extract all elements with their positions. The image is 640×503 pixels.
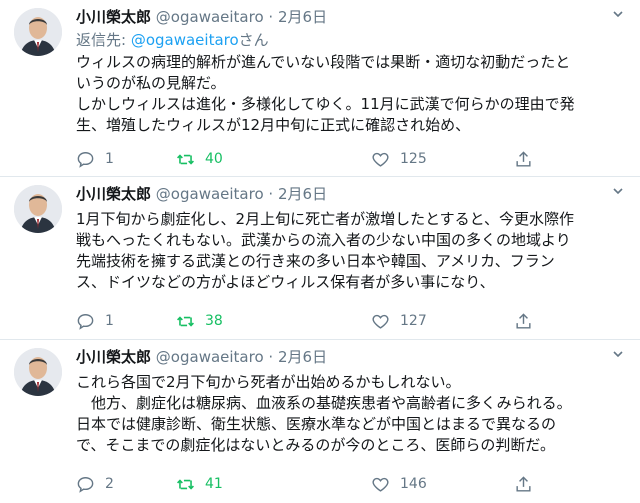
retweet-button[interactable]: 41 — [176, 473, 223, 495]
tweet-date[interactable]: 2月6日 — [278, 185, 327, 203]
avatar-photo — [14, 348, 62, 396]
separator-dot: · — [268, 185, 274, 203]
tweet-actions: 1 38 127 — [76, 310, 536, 332]
tweet-text: 1月下旬から劇症化し、2月上旬に死亡者が激増したとすると、今更水際作 戦もへった… — [76, 209, 630, 293]
tweet-line: 生、増殖したウィルスが12月中旬に正式に確認され始め、 — [76, 116, 471, 134]
like-count: 127 — [400, 313, 427, 329]
chevron-down-icon[interactable] — [612, 183, 624, 203]
separator-dot: · — [268, 8, 274, 26]
heart-icon — [372, 477, 389, 492]
like-button[interactable]: 125 — [371, 148, 427, 170]
tweet-actions: 2 41 146 — [76, 473, 536, 495]
tweet-line: 先端技術を擁する武漢との行き来の多い日本や韓国、アメリカ、フラン — [76, 252, 555, 270]
retweet-count: 41 — [205, 476, 223, 492]
tweet-line: しかしウィルスは進化・多様化してゆく。11月に武漢で何らかの理由で発 — [76, 95, 575, 113]
tweet-line: これら各国で2月下旬から死者が出始めるかもしれない。 — [76, 373, 461, 391]
reply-button[interactable]: 1 — [76, 310, 114, 332]
retweet-icon — [177, 153, 194, 165]
avatar-photo — [14, 8, 62, 56]
reply-count: 1 — [105, 313, 114, 329]
reply-to-line: 返信先: @ogawaeitaroさん — [76, 30, 269, 50]
tweet-header: 小川榮太郎 @ogawaeitaro · 2月6日 — [76, 183, 327, 205]
like-count: 125 — [400, 151, 427, 167]
tweet[interactable]: 小川榮太郎 @ogawaeitaro · 2月6日 1月下旬から劇症化し、2月上… — [0, 177, 640, 340]
reply-icon — [77, 151, 94, 168]
tweet-line: 1月下旬から劇症化し、2月上旬に死亡者が激増したとすると、今更水際作 — [76, 210, 575, 228]
like-button[interactable]: 146 — [371, 473, 427, 495]
author-name[interactable]: 小川榮太郎 — [76, 348, 151, 366]
tweet-actions: 1 40 125 — [76, 148, 536, 170]
share-icon — [516, 312, 531, 329]
author-name[interactable]: 小川榮太郎 — [76, 185, 151, 203]
reply-count: 1 — [105, 151, 114, 167]
avatar[interactable] — [14, 185, 62, 233]
like-button[interactable]: 127 — [371, 310, 427, 332]
reply-to-prefix: 返信先: — [76, 31, 131, 49]
tweet-header: 小川榮太郎 @ogawaeitaro · 2月6日 — [76, 6, 327, 28]
tweet-line: いうのが私の見解だ。 — [76, 74, 226, 92]
retweet-count: 40 — [205, 151, 223, 167]
reply-button[interactable]: 1 — [76, 148, 114, 170]
reply-count: 2 — [105, 476, 114, 492]
avatar-photo — [14, 185, 62, 233]
tweet-text: これら各国で2月下旬から死者が出始めるかもしれない。 他方、劇症化は糖尿病、血液… — [76, 372, 630, 456]
tweet-line: 戦もへったくれもない。武漢からの流入者の少ない中国の多くの地域より — [76, 231, 571, 249]
tweet-date[interactable]: 2月6日 — [278, 348, 327, 366]
tweet-date[interactable]: 2月6日 — [278, 8, 327, 26]
retweet-icon — [177, 315, 194, 327]
author-handle[interactable]: @ogawaeitaro — [156, 185, 264, 203]
like-count: 146 — [400, 476, 427, 492]
tweet-line: 他方、劇症化は糖尿病、血液系の基礎疾患者や高齢者に多くみられる。 — [76, 394, 572, 412]
tweet-text: ウィルスの病理的解析が進んでいない段階では果断・適切な初動だったと いうのが私の… — [76, 52, 630, 136]
retweet-icon — [177, 478, 194, 490]
reply-icon — [77, 313, 94, 330]
share-icon — [516, 475, 531, 492]
tweet-line: で、そこまでの劇症化はないとみるのが今のところ、医師らの判断だ。 — [76, 436, 555, 454]
share-button[interactable] — [514, 310, 533, 332]
chevron-down-icon[interactable] — [612, 6, 624, 26]
tweet-line: 日本では健康診断、衛生状態、医療水準などが中国とはまるで異なるの — [76, 415, 557, 433]
reply-button[interactable]: 2 — [76, 473, 114, 495]
tweet-header: 小川榮太郎 @ogawaeitaro · 2月6日 — [76, 346, 327, 368]
author-handle[interactable]: @ogawaeitaro — [156, 348, 264, 366]
separator-dot: · — [268, 348, 274, 366]
retweet-button[interactable]: 40 — [176, 148, 223, 170]
share-button[interactable] — [514, 148, 533, 170]
author-handle[interactable]: @ogawaeitaro — [156, 8, 264, 26]
tweet[interactable]: 小川榮太郎 @ogawaeitaro · 2月6日 これら各国で2月下旬から死者… — [0, 340, 640, 503]
heart-icon — [372, 152, 389, 167]
reply-icon — [77, 476, 94, 493]
heart-icon — [372, 314, 389, 329]
reply-to-mention[interactable]: @ogawaeitaro — [131, 31, 239, 49]
retweet-count: 38 — [205, 313, 223, 329]
tweet-line: ウィルスの病理的解析が進んでいない段階では果断・適切な初動だったと — [76, 53, 571, 71]
tweet-line: ス、ドイツなどの方がよほどウィルス保有者が多い事になり、 — [76, 273, 495, 291]
avatar[interactable] — [14, 348, 62, 396]
retweet-button[interactable]: 38 — [176, 310, 223, 332]
author-name[interactable]: 小川榮太郎 — [76, 8, 151, 26]
chevron-down-icon[interactable] — [612, 346, 624, 366]
share-button[interactable] — [514, 473, 533, 495]
reply-to-suffix: さん — [238, 31, 269, 49]
share-icon — [516, 150, 531, 167]
avatar[interactable] — [14, 8, 62, 56]
tweet[interactable]: 小川榮太郎 @ogawaeitaro · 2月6日 返信先: @ogawaeit… — [0, 0, 640, 177]
